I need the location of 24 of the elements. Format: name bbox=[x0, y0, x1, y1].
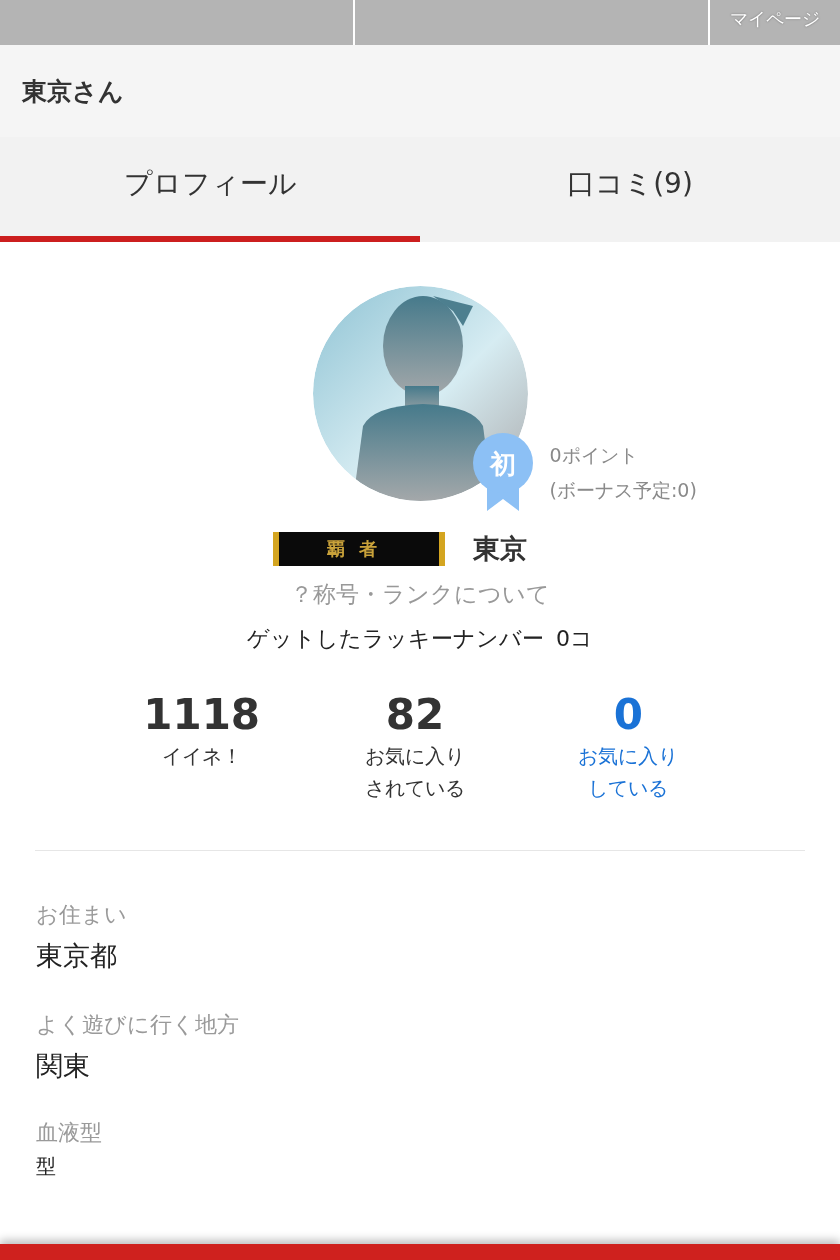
field-value: 関東 bbox=[36, 1049, 91, 1083]
stat-label: お気に入りされている bbox=[364, 743, 466, 802]
stat-number: 82 bbox=[385, 690, 445, 740]
nav-tile[interactable] bbox=[0, 0, 353, 45]
tab[interactable]: プロフィール bbox=[0, 137, 420, 242]
stat-number: 1118 bbox=[143, 690, 261, 740]
stat-label: イイネ！ bbox=[160, 743, 243, 770]
nav-tile[interactable] bbox=[355, 0, 708, 45]
field-label: よく遊びに行く地方 bbox=[36, 1011, 240, 1039]
rank-info-link[interactable]: ？称号・ランクについて bbox=[290, 579, 550, 610]
tab[interactable]: 口コミ(9) bbox=[420, 137, 840, 242]
user-title: 東京さん bbox=[22, 75, 124, 108]
points-text: 0ポイント bbox=[549, 443, 638, 468]
user-name: 東京 bbox=[473, 532, 527, 566]
lucky-number-label: ゲットしたラッキーナンバー bbox=[247, 625, 544, 653]
field-label: 血液型 bbox=[36, 1119, 103, 1147]
stat-number[interactable]: 0 bbox=[613, 690, 643, 740]
bonus-text: (ボーナス予定:0) bbox=[549, 478, 697, 503]
stat-label[interactable]: お気に入りしている bbox=[577, 740, 680, 804]
field-label: お住まい bbox=[36, 901, 128, 929]
field-value: 東京都 bbox=[36, 939, 118, 973]
lucky-number-count: 0コ bbox=[556, 625, 593, 653]
rank-badge: 覇者 bbox=[273, 532, 445, 566]
field-value: 型 bbox=[36, 1153, 57, 1179]
